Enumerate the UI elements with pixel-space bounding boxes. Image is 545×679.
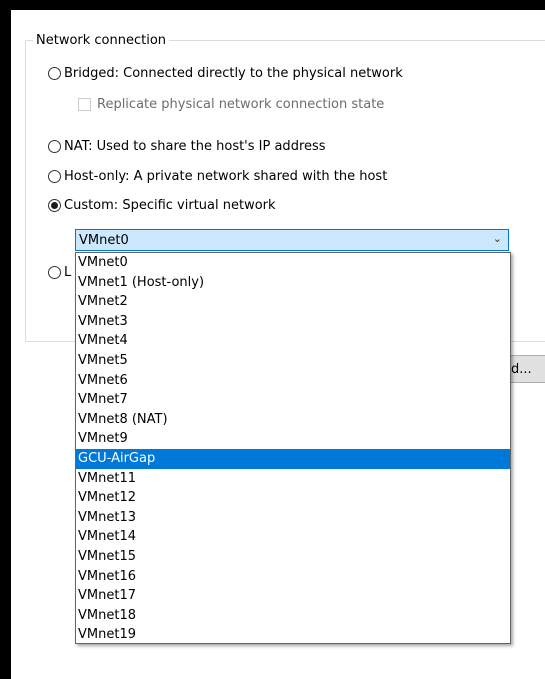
radio-lan-segment[interactable]: L: [48, 262, 71, 282]
dropdown-option[interactable]: VMnet0: [76, 253, 510, 273]
dropdown-option[interactable]: VMnet11: [76, 469, 510, 489]
dropdown-option[interactable]: VMnet19: [76, 625, 510, 645]
checkbox-replicate: Replicate physical network connection st…: [78, 94, 384, 114]
vmnet-combobox[interactable]: VMnet0 ⌄: [75, 229, 509, 251]
dropdown-option[interactable]: VMnet13: [76, 508, 510, 528]
dropdown-option[interactable]: VMnet12: [76, 488, 510, 508]
radio-custom-label: Custom: Specific virtual network: [64, 197, 276, 213]
radio-bridged-label: Bridged: Connected directly to the physi…: [64, 65, 403, 81]
dropdown-option[interactable]: VMnet18: [76, 606, 510, 626]
chevron-down-icon[interactable]: ⌄: [493, 232, 502, 245]
combobox-value: VMnet0: [79, 232, 129, 248]
radio-hostonly[interactable]: Host-only: A private network shared with…: [48, 166, 387, 186]
radio-bridged[interactable]: Bridged: Connected directly to the physi…: [48, 63, 403, 83]
radio-button[interactable]: [48, 66, 61, 80]
radio-nat[interactable]: NAT: Used to share the host's IP address: [48, 136, 326, 156]
dropdown-option[interactable]: VMnet7: [76, 390, 510, 410]
radio-custom[interactable]: Custom: Specific virtual network: [48, 195, 276, 215]
dropdown-option[interactable]: VMnet5: [76, 351, 510, 371]
radio-button[interactable]: [48, 265, 61, 279]
dropdown-option[interactable]: VMnet4: [76, 331, 510, 351]
dropdown-option[interactable]: VMnet14: [76, 527, 510, 547]
advanced-button-label: d...: [511, 361, 532, 377]
radio-button[interactable]: [48, 169, 61, 183]
dropdown-option[interactable]: VMnet9: [76, 429, 510, 449]
group-title: Network connection: [33, 32, 170, 50]
radio-button[interactable]: [48, 139, 61, 153]
dropdown-option[interactable]: VMnet6: [76, 371, 510, 391]
checkbox-box: [78, 97, 91, 111]
radio-nat-label: NAT: Used to share the host's IP address: [64, 138, 326, 154]
dropdown-option[interactable]: GCU-AirGap: [76, 448, 510, 469]
dropdown-option[interactable]: VMnet15: [76, 547, 510, 567]
dropdown-option[interactable]: VMnet2: [76, 292, 510, 312]
radio-button-checked[interactable]: [48, 198, 61, 212]
radio-hostonly-label: Host-only: A private network shared with…: [64, 168, 388, 184]
vmnet-dropdown-list[interactable]: VMnet0 VMnet1 (Host-only) VMnet2 VMnet3 VMne…: [75, 252, 511, 644]
dropdown-option[interactable]: VMnet8 (NAT): [76, 410, 510, 430]
radio-lan-segment-label: L: [64, 264, 72, 280]
dropdown-option[interactable]: VMnet17: [76, 586, 510, 606]
dropdown-option[interactable]: VMnet3: [76, 312, 510, 332]
dropdown-option[interactable]: VMnet16: [76, 567, 510, 587]
dropdown-option[interactable]: VMnet1 (Host-only): [76, 273, 510, 293]
checkbox-replicate-label: Replicate physical network connection st…: [97, 96, 385, 112]
